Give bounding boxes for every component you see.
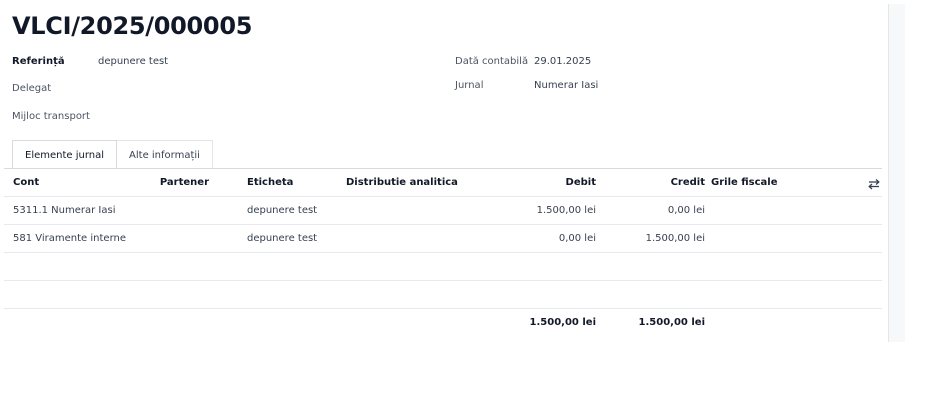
- data-contabila-label: Dată contabilă: [455, 56, 529, 67]
- tab-alte-informatii[interactable]: Alte informații: [117, 140, 213, 169]
- empty-row[interactable]: [4, 281, 882, 309]
- cell-debit[interactable]: 0,00 lei: [496, 225, 596, 253]
- sliders-icon[interactable]: [866, 169, 882, 197]
- cell-debit[interactable]: 1.500,00 lei: [496, 197, 596, 225]
- cell-credit[interactable]: 0,00 lei: [610, 197, 705, 225]
- notebook-tabs: Elemente jurnal Alte informații: [12, 140, 213, 169]
- table-row[interactable]: 5311.1 Numerar Iasi depunere test 1.500,…: [4, 197, 882, 225]
- page-title: VLCI/2025/000005: [12, 12, 253, 40]
- journal-items-table: Cont Partener Eticheta Distributie anali…: [4, 169, 882, 337]
- column-header-distributie[interactable]: Distributie analitica: [346, 169, 458, 197]
- referinta-label: Referință: [12, 56, 65, 67]
- column-header-partener[interactable]: Partener: [129, 169, 209, 197]
- cell-eticheta[interactable]: depunere test: [247, 197, 317, 225]
- column-header-eticheta[interactable]: Eticheta: [247, 169, 293, 197]
- mijloc-transport-label: Mijloc transport: [12, 111, 90, 122]
- column-header-cont[interactable]: Cont: [13, 169, 39, 197]
- totals-row: 1.500,00 lei 1.500,00 lei: [4, 309, 882, 337]
- cell-credit[interactable]: 1.500,00 lei: [610, 225, 705, 253]
- cell-cont[interactable]: 581 Viramente interne: [13, 225, 126, 253]
- mijloc-transport-field[interactable]: [98, 111, 298, 125]
- total-debit: 1.500,00 lei: [529, 317, 596, 328]
- data-contabila-field[interactable]: 29.01.2025: [534, 56, 591, 67]
- tab-elemente-jurnal[interactable]: Elemente jurnal: [12, 140, 118, 169]
- table-row[interactable]: 581 Viramente interne depunere test 0,00…: [4, 225, 882, 253]
- side-panel: [888, 4, 905, 342]
- delegat-label: Delegat: [12, 83, 52, 94]
- empty-row[interactable]: [4, 253, 882, 281]
- journal-entry-form: VLCI/2025/000005 Referință depunere test…: [0, 0, 888, 342]
- total-credit: 1.500,00 lei: [638, 317, 705, 328]
- column-header-debit[interactable]: Debit: [496, 169, 596, 197]
- referinta-field[interactable]: depunere test: [98, 56, 168, 67]
- jurnal-label: Jurnal: [455, 80, 484, 91]
- cell-eticheta[interactable]: depunere test: [247, 225, 317, 253]
- delegat-field[interactable]: [98, 83, 298, 97]
- column-header-grile-fiscale[interactable]: Grile fiscale: [711, 169, 778, 197]
- column-header-credit[interactable]: Credit: [610, 169, 705, 197]
- cell-cont[interactable]: 5311.1 Numerar Iasi: [13, 197, 115, 225]
- table-header-row: Cont Partener Eticheta Distributie anali…: [4, 169, 882, 197]
- jurnal-field[interactable]: Numerar Iasi: [534, 80, 598, 91]
